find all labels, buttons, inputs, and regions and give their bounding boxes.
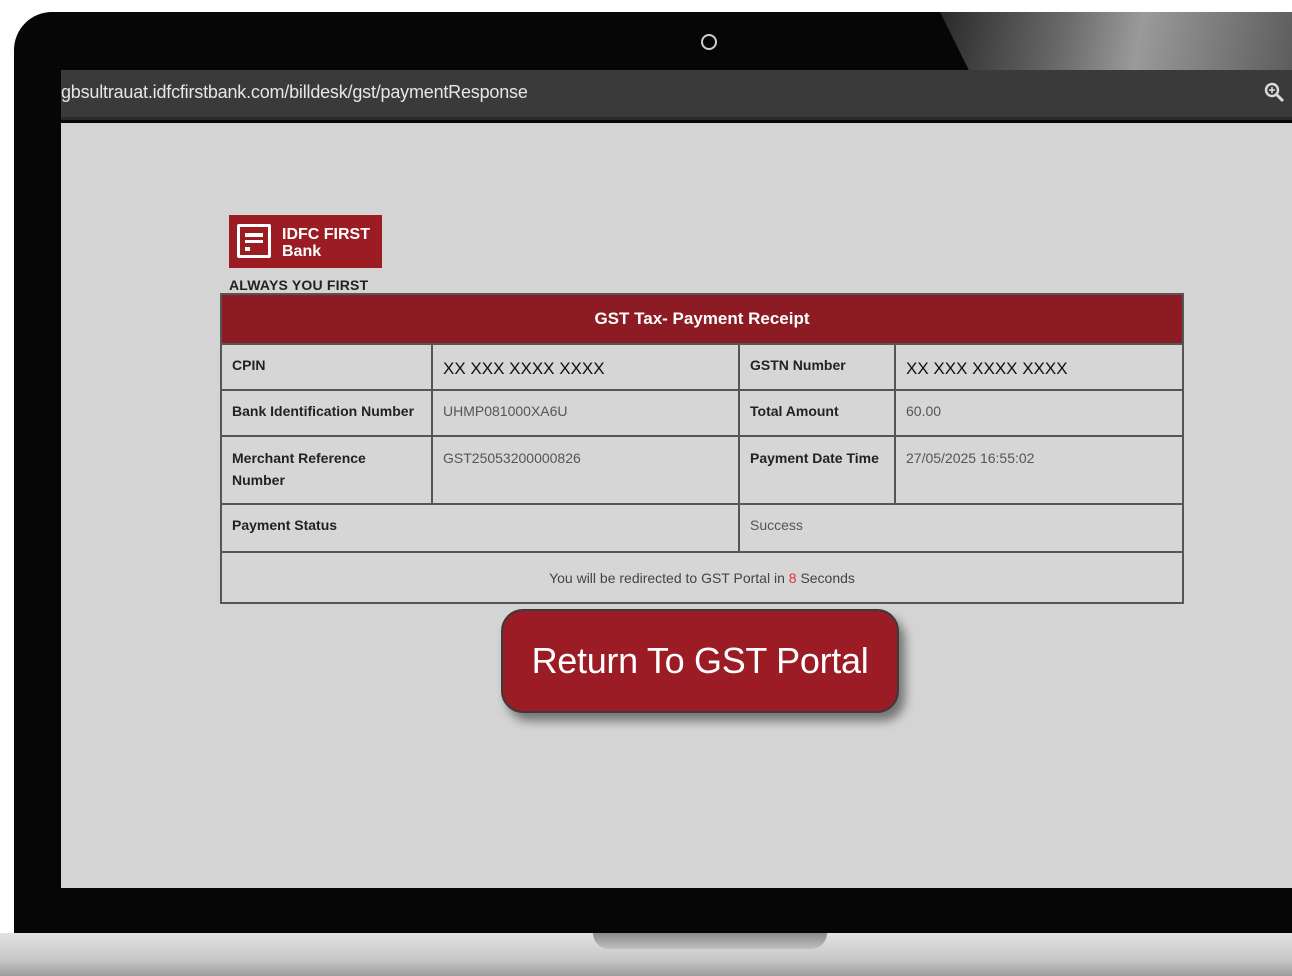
datetime-value: 27/05/2025 16:55:02: [906, 450, 1035, 466]
table-row: Payment Status Success: [222, 505, 1182, 553]
logo-line2: Bank: [282, 243, 322, 260]
webcam: [701, 34, 717, 50]
url-text[interactable]: gbsultrauat.idfcfirstbank.com/billdesk/g…: [61, 82, 528, 103]
receipt-table: GST Tax- Payment Receipt CPIN XX XXX XXX…: [220, 293, 1184, 604]
address-bar[interactable]: gbsultrauat.idfcfirstbank.com/billdesk/g…: [61, 70, 1292, 120]
mrn-value: GST25053200000826: [433, 437, 740, 503]
laptop-notch: [593, 933, 827, 949]
redirect-message: You will be redirected to GST Portal in …: [549, 570, 855, 586]
amount-label: Total Amount: [740, 391, 896, 435]
cpin-label: CPIN: [222, 345, 433, 389]
table-row: Bank Identification Number UHMP081000XA6…: [222, 391, 1182, 437]
amount-value: 60.00: [906, 403, 942, 419]
table-row: Merchant Reference Number GST25053200000…: [222, 437, 1182, 505]
tagline: ALWAYS YOU FIRST: [229, 277, 369, 293]
magnifier-icon[interactable]: [1264, 82, 1286, 104]
bezel-glare: [940, 12, 1292, 70]
logo-line1: IDFC FIRST: [282, 226, 370, 243]
redirect-suffix: Seconds: [800, 569, 855, 586]
bin-value: UHMP081000XA6U: [433, 391, 740, 435]
receipt-title: GST Tax- Payment Receipt: [222, 295, 1182, 345]
redirect-prefix: You will be redirected to GST Portal in: [549, 569, 785, 586]
status-label: Payment Status: [222, 505, 740, 551]
datetime-label: Payment Date Time: [740, 437, 896, 503]
status-value: Success: [750, 517, 803, 533]
cpin-value: XX XXX XXXX XXXX: [433, 345, 740, 389]
bank-logo: IDFC FIRST Bank: [229, 215, 382, 268]
page-viewport: IDFC FIRST Bank ALWAYS YOU FIRST GST Tax…: [61, 123, 1292, 888]
return-to-gst-portal-button[interactable]: Return To GST Portal: [501, 609, 899, 713]
table-row: You will be redirected to GST Portal in …: [222, 553, 1182, 602]
mrn-label: Merchant Reference Number: [222, 437, 433, 503]
logo-text: IDFC FIRST Bank: [282, 226, 370, 260]
redirect-countdown: 8: [788, 569, 797, 586]
gstn-label: GSTN Number: [740, 345, 896, 389]
bin-label: Bank Identification Number: [222, 391, 433, 435]
logo-mark-icon: [237, 224, 271, 258]
table-row: CPIN XX XXX XXXX XXXX GSTN Number XX XXX…: [222, 345, 1182, 391]
gstn-value: XX XXX XXXX XXXX: [906, 359, 1068, 378]
